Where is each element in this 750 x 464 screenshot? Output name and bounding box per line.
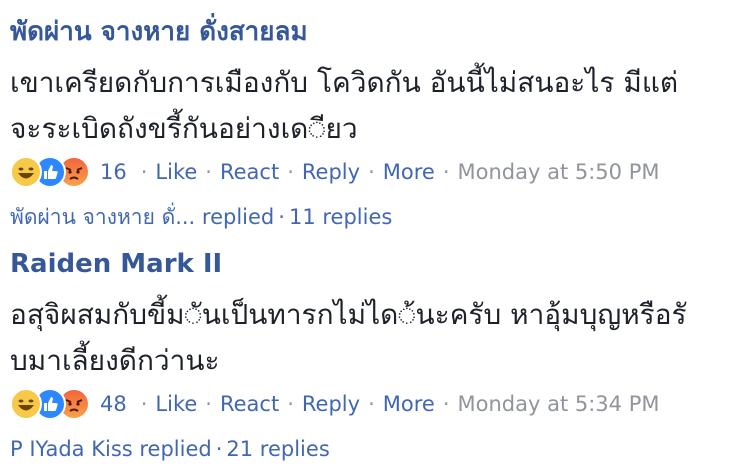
separator: ·	[287, 160, 294, 184]
separator: ·	[205, 160, 212, 184]
separator: ·	[205, 392, 212, 416]
comment-body: เขาเครียดกับการเมืองกับ โควิดกัน อันนี้ไ…	[10, 60, 740, 152]
reply-link[interactable]: Reply	[302, 160, 360, 184]
separator: ·	[140, 392, 148, 416]
separator: ·	[442, 160, 450, 184]
more-link[interactable]: More	[383, 392, 435, 416]
like-link[interactable]: Like	[155, 160, 197, 184]
comment-body-line: จะระเบิดถังขรี้กันอย่างเด◌ียว	[10, 112, 358, 145]
comment-body-line: เขาเครียดกับการเมืองกับ โควิดกัน อันนี้ไ…	[10, 66, 679, 99]
separator: ·	[368, 392, 375, 416]
separator: ·	[140, 160, 148, 184]
reaction-count[interactable]: 16	[100, 160, 127, 184]
comment-body: อสุจิผสมกับขี้ม◌ันเป็นทารกไม่ได◌้นะครับ …	[10, 292, 740, 384]
comment: Raiden Mark II อสุจิผสมกับขี้ม◌ันเป็นทาร…	[10, 244, 740, 464]
reply-link[interactable]: Reply	[302, 392, 360, 416]
haha-icon	[10, 388, 42, 420]
separator: ·	[368, 160, 375, 184]
separator: ·	[278, 205, 285, 229]
replies-summary[interactable]: P IYada Kiss replied · 21 replies	[10, 434, 740, 464]
comment: พัดผ่าน จางหาย ดั่งสายลม เขาเครียดกับการ…	[10, 12, 740, 232]
reaction-icons[interactable]	[10, 155, 92, 189]
reply-count[interactable]: 21 replies	[226, 437, 329, 461]
comment-actions: 48 · Like · React · Reply · More · Monda…	[10, 384, 740, 424]
separator: ·	[442, 392, 450, 416]
haha-icon	[10, 156, 42, 188]
reaction-count[interactable]: 48	[100, 392, 127, 416]
react-link[interactable]: React	[220, 392, 279, 416]
replies-summary[interactable]: พัดผ่าน จางหาย ดั่... replied · 11 replies	[10, 202, 740, 232]
comment-body-line: บมาเลี้ยงดีกว่านะ	[10, 344, 220, 377]
comment-author[interactable]: พัดผ่าน จางหาย ดั่งสายลม	[10, 12, 740, 52]
timestamp[interactable]: Monday at 5:50 PM	[458, 160, 660, 184]
like-link[interactable]: Like	[155, 392, 197, 416]
comment-actions: 16 · Like · React · Reply · More · Monda…	[10, 152, 740, 192]
reply-count[interactable]: 11 replies	[289, 205, 392, 229]
reply-author-text[interactable]: P IYada Kiss replied	[10, 437, 212, 461]
timestamp[interactable]: Monday at 5:34 PM	[458, 392, 660, 416]
comment-author[interactable]: Raiden Mark II	[10, 244, 740, 284]
comment-body-line: อสุจิผสมกับขี้ม◌ันเป็นทารกไม่ได◌้นะครับ …	[10, 298, 687, 331]
reaction-icons[interactable]	[10, 387, 92, 421]
react-link[interactable]: React	[220, 160, 279, 184]
more-link[interactable]: More	[383, 160, 435, 184]
reply-author-text[interactable]: พัดผ่าน จางหาย ดั่... replied	[10, 205, 274, 229]
separator: ·	[287, 392, 294, 416]
separator: ·	[215, 437, 223, 461]
